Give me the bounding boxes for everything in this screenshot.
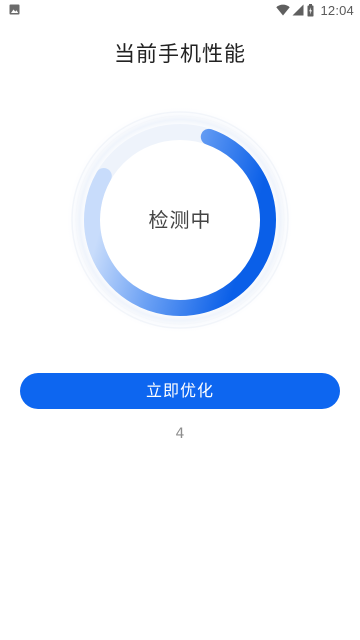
signal-icon: [292, 4, 304, 16]
status-bar: 12:04: [0, 0, 360, 20]
image-icon: [9, 4, 20, 15]
performance-gauge: 检测中: [64, 104, 296, 336]
battery-icon: [307, 3, 314, 16]
gauge-status-text: 检测中: [148, 208, 212, 232]
page-title: 当前手机性能: [114, 42, 246, 66]
wifi-icon: [276, 4, 291, 16]
performance-screen: 12:04 当前手机性能 检测中 立即优化 4: [0, 0, 360, 640]
status-time: 12:04: [320, 2, 354, 18]
optimize-now-button[interactable]: 立即优化: [20, 373, 340, 409]
counter-value: 4: [175, 426, 185, 442]
status-icons: 12:04: [276, 2, 354, 18]
